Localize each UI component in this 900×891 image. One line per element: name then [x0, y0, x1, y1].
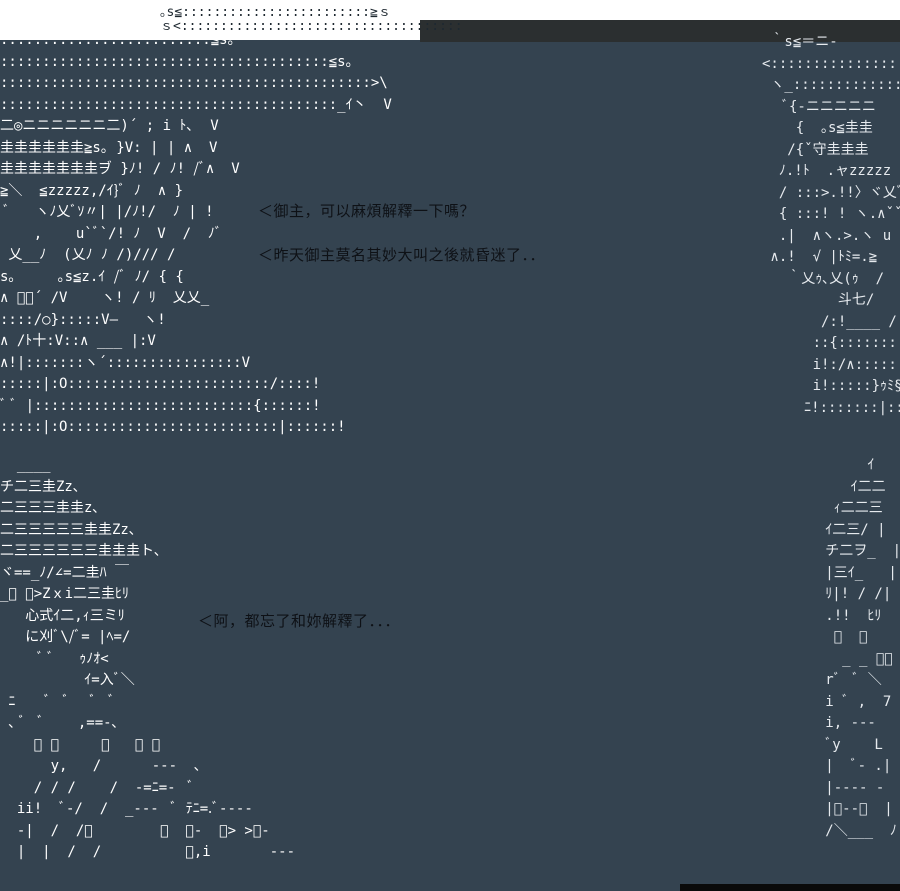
top-left-ascii-figure: :::::::::::::::::::::::::≦s｡ :::::::::::… [0, 32, 392, 435]
bottom-right-ascii-figure: ｲ ｲ二二 ｨ二二三 ｲ二三/ | チ二ヲ_ | |三ｲ_ | ﾘ|! / /|… [825, 457, 900, 839]
dialogue-line-2: ＜昨天御主莫名其妙大叫之後就昏迷了．． [258, 246, 546, 264]
dialogue-line-1: ＜御主，可以麻煩解釋一下嗎？ [258, 202, 476, 220]
manga-page: ｡s≦::::::::::::::::::::::::≧ｓ ｓ<::::::::… [0, 0, 900, 891]
bottom-left-ascii-figure: ____ チ二三圭Zz､ 二三三三圭圭z､ 二三三三三三圭圭Zz､ 二三三三三三… [0, 457, 296, 860]
dialogue-line-3: ＜阿，都忘了和妳解釋了．．． [198, 612, 401, 630]
bottom-black-bar [680, 884, 900, 891]
top-right-ascii-figure: ｀s≦＝ニ- <::::::::::::::::::::::::::::: ヽ_… [762, 34, 900, 416]
